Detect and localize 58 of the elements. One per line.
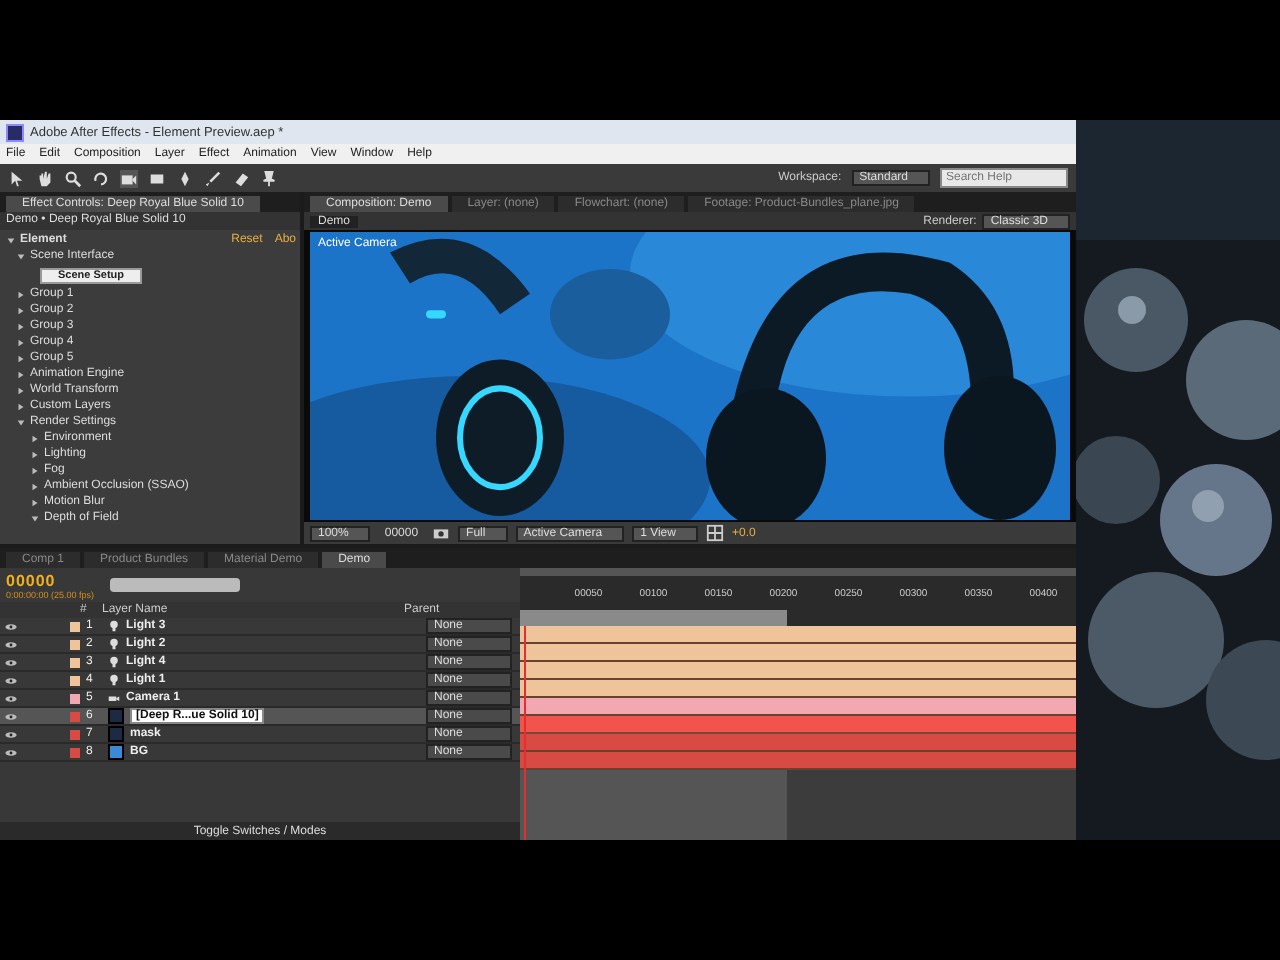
eye-icon[interactable] <box>4 729 18 739</box>
disclosure-triangle-icon[interactable] <box>30 497 40 507</box>
layer-duration-bar[interactable] <box>520 644 1076 662</box>
label-color-swatch[interactable] <box>70 621 80 631</box>
rotate-icon[interactable] <box>92 169 110 187</box>
eye-icon[interactable] <box>4 693 18 703</box>
disclosure-triangle-icon[interactable] <box>16 337 26 347</box>
hand-icon[interactable] <box>36 169 54 187</box>
label-color-swatch[interactable] <box>70 657 80 667</box>
grid-icon[interactable] <box>705 524 724 542</box>
disclosure-triangle-icon[interactable] <box>16 289 26 299</box>
eye-icon[interactable] <box>4 639 18 649</box>
disclosure-triangle-icon[interactable] <box>16 321 26 331</box>
disclosure-triangle-icon[interactable] <box>30 433 40 443</box>
layer-duration-bar[interactable] <box>520 626 1076 644</box>
app-logo-icon <box>6 123 24 141</box>
disclosure-triangle-icon[interactable] <box>16 401 26 411</box>
timecode[interactable]: 00000 <box>6 571 56 589</box>
rectangle-icon[interactable] <box>148 169 166 187</box>
label-color-swatch[interactable] <box>70 747 80 757</box>
disclosure-triangle-icon[interactable] <box>30 449 40 459</box>
eye-icon[interactable] <box>4 657 18 667</box>
label-color-swatch[interactable] <box>70 693 80 703</box>
disclosure-triangle-icon[interactable] <box>16 385 26 395</box>
bulb-icon <box>108 620 120 632</box>
label-color-swatch[interactable] <box>70 675 80 685</box>
disclosure-triangle-icon[interactable] <box>30 465 40 475</box>
label-color-swatch[interactable] <box>70 729 80 739</box>
eraser-icon[interactable] <box>232 169 250 187</box>
pen-icon[interactable] <box>176 169 194 187</box>
work-area-bar[interactable] <box>520 610 1076 626</box>
bulb-icon <box>108 674 120 686</box>
layer-duration-bar[interactable] <box>520 698 1076 716</box>
camera-icon[interactable] <box>120 169 138 187</box>
disclosure-triangle-icon[interactable] <box>16 251 26 261</box>
disclosure-triangle-icon[interactable] <box>16 417 26 427</box>
disclosure-triangle-icon[interactable] <box>30 481 40 491</box>
pointer-icon[interactable] <box>8 169 26 187</box>
search-field[interactable] <box>110 578 241 592</box>
disclosure-triangle-icon[interactable] <box>6 235 16 245</box>
bulb-icon <box>108 638 120 650</box>
eye-icon[interactable] <box>4 747 18 757</box>
disclosure-triangle-icon[interactable] <box>16 305 26 315</box>
label-color-swatch[interactable] <box>70 711 80 721</box>
search-icon[interactable] <box>64 169 82 187</box>
eye-icon[interactable] <box>4 675 18 685</box>
snapshot-icon[interactable] <box>432 524 451 542</box>
disclosure-triangle-icon[interactable] <box>16 369 26 379</box>
label-color-swatch[interactable] <box>70 639 80 649</box>
disclosure-triangle-icon[interactable] <box>16 353 26 363</box>
bulb-icon <box>108 656 120 668</box>
brush-icon[interactable] <box>204 169 222 187</box>
pin-icon[interactable] <box>260 169 278 187</box>
eye-icon[interactable] <box>4 711 18 721</box>
layer-duration-bar[interactable] <box>520 662 1076 680</box>
eye-icon[interactable] <box>4 621 18 631</box>
disclosure-triangle-icon[interactable] <box>30 513 40 523</box>
layer-duration-bar[interactable] <box>520 680 1076 698</box>
